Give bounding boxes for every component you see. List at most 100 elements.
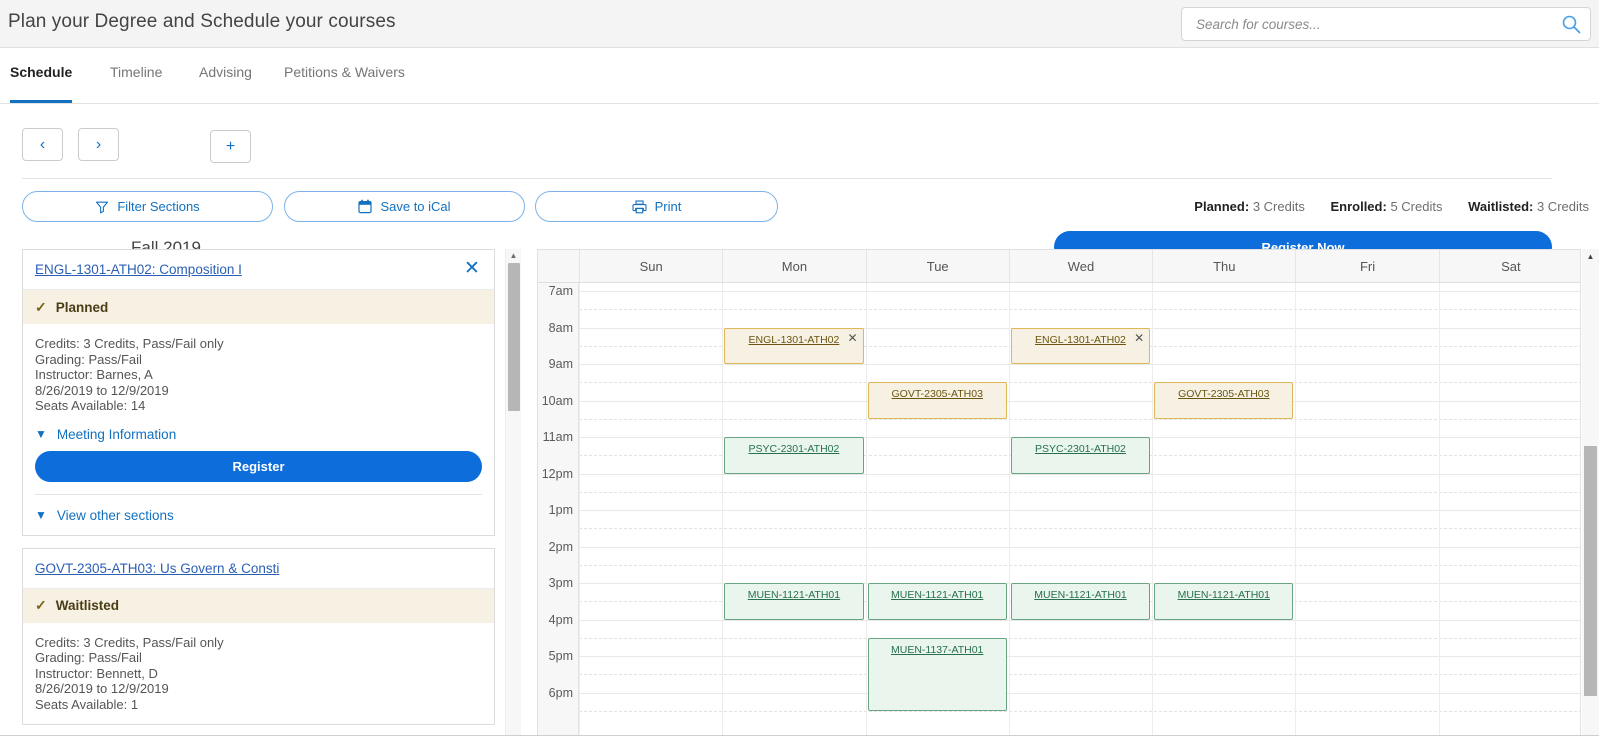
status-badge: ✓ Waitlisted xyxy=(23,588,494,623)
add-term-button[interactable]: + xyxy=(210,130,251,163)
scroll-up-icon[interactable]: ▲ xyxy=(506,251,521,260)
half-hour-gridline xyxy=(579,710,1580,712)
calendar-event-title[interactable]: ENGL-1301-ATH02 xyxy=(1012,334,1149,346)
view-other-sections-label: View other sections xyxy=(56,507,174,523)
waitlisted-credits-label: Waitlisted: xyxy=(1468,199,1534,214)
calendar-event[interactable]: PSYC-2301-ATH02 xyxy=(1010,437,1151,474)
course-card: GOVT-2305-ATH03: Us Govern & Consti ✓ Wa… xyxy=(22,547,495,725)
calendar-event[interactable]: MUEN-1121-ATH01 xyxy=(867,583,1007,620)
enrolled-credits-label: Enrolled: xyxy=(1330,199,1387,214)
calendar-event[interactable]: MUEN-1121-ATH01 xyxy=(724,583,864,620)
calendar-day-header-fri: Fri xyxy=(1295,250,1438,282)
time-gutter: 7am 8am 9am 10am 11am 12pm 1pm 2pm 3pm 4pm 5pm 6pm xyxy=(538,283,579,739)
print-button[interactable]: Print xyxy=(535,191,778,222)
chevron-left-icon: ‹ xyxy=(39,135,46,153)
calendar-scrollbar[interactable]: ▲ xyxy=(1582,249,1599,739)
calendar-day-header-sun: Sun xyxy=(579,250,722,282)
calendar-day-header-wed: Wed xyxy=(1008,250,1152,282)
search-icon[interactable] xyxy=(1561,14,1581,34)
calendar-event-title[interactable]: MUEN-1121-ATH01 xyxy=(1012,589,1149,601)
hour-gridline xyxy=(579,364,1580,365)
calendar-event-title[interactable]: ENGL-1301-ATH02 xyxy=(725,334,862,346)
status-label: Waitlisted xyxy=(55,598,119,613)
time-label: 1pm xyxy=(548,503,573,517)
calendar-grid: 7am 8am 9am 10am 11am 12pm 1pm 2pm 3pm 4pm 5pm 6pm … xyxy=(538,283,1580,739)
filter-sections-label: Filter Sections xyxy=(117,199,200,214)
tab-schedule[interactable]: Schedule xyxy=(10,64,73,103)
calendar-day-header-sat: Sat xyxy=(1438,250,1580,282)
calendar-event-title[interactable]: GOVT-2305-ATH03 xyxy=(869,388,1006,400)
tab-timeline[interactable]: Timeline xyxy=(110,64,162,103)
time-label: 2pm xyxy=(548,539,573,554)
grading-line: Grading: Pass/Fail xyxy=(35,351,142,367)
course-card: ENGL-1301-ATH02: Composition I ✕ ✓ Plann… xyxy=(22,249,495,536)
hour-gridline xyxy=(579,656,1580,657)
calendar-event[interactable]: ENGL-1301-ATH02 ✕ xyxy=(1010,327,1151,364)
credits-line: Credits: 3 Credits, Pass/Fail only xyxy=(35,336,224,351)
calendar-event-title[interactable]: GOVT-2305-ATH03 xyxy=(1155,388,1292,400)
filter-sections-button[interactable]: Filter Sections xyxy=(22,191,273,222)
calendar-event[interactable]: MUEN-1121-ATH01 xyxy=(1154,583,1294,620)
calendar-event[interactable]: ENGL-1301-ATH02 ✕ xyxy=(724,327,864,364)
calendar-event[interactable]: MUEN-1121-ATH01 xyxy=(1010,583,1151,620)
card-divider xyxy=(35,493,482,495)
close-icon[interactable]: ✕ xyxy=(462,259,482,279)
calendar-event[interactable]: PSYC-2301-ATH02 xyxy=(724,437,864,474)
calendar-event[interactable]: GOVT-2305-ATH03 xyxy=(867,382,1007,419)
hour-gridline xyxy=(579,546,1580,548)
credits-line: Credits: 3 Credits, Pass/Fail only xyxy=(35,634,224,650)
scrollbar-thumb[interactable] xyxy=(1584,446,1597,696)
calendar-event-title[interactable]: MUEN-1121-ATH01 xyxy=(1155,589,1292,601)
day-column-divider xyxy=(722,283,724,739)
term-toolbar: ‹ › Fall 2019 + Register Now xyxy=(0,104,1599,263)
meeting-information-toggle[interactable]: ▼ Meeting Information xyxy=(35,427,482,442)
hour-gridline xyxy=(579,692,1580,694)
search-input[interactable] xyxy=(1194,8,1539,40)
check-icon: ✓ xyxy=(35,597,47,613)
course-list-panel: ENGL-1301-ATH02: Composition I ✕ ✓ Plann… xyxy=(22,249,495,739)
calendar-event-title[interactable]: MUEN-1121-ATH01 xyxy=(869,589,1006,601)
course-card-header: ENGL-1301-ATH02: Composition I ✕ xyxy=(23,250,494,290)
course-card-body: Credits: 3 Credits, Pass/Fail only Gradi… xyxy=(23,623,494,725)
course-list-scrollbar[interactable]: ▲ xyxy=(505,249,521,739)
tab-advising[interactable]: Advising xyxy=(199,64,252,103)
dates-line: 8/26/2019 to 12/9/2019 xyxy=(35,382,169,398)
calendar-event-title[interactable]: PSYC-2301-ATH02 xyxy=(1012,443,1149,455)
next-term-button[interactable]: › xyxy=(78,128,119,161)
time-label: 4pm xyxy=(548,612,573,627)
course-card-title-link[interactable]: ENGL-1301-ATH02: Composition I xyxy=(35,262,242,277)
close-icon[interactable]: ✕ xyxy=(848,331,858,345)
hour-gridline xyxy=(579,619,1580,621)
close-icon[interactable]: ✕ xyxy=(1134,331,1144,345)
time-label: 6pm xyxy=(548,685,573,700)
planned-credits-label: Planned: xyxy=(1194,199,1250,214)
chevron-right-icon: › xyxy=(95,135,102,153)
status-label: Planned xyxy=(55,299,109,315)
search-box[interactable] xyxy=(1181,7,1591,41)
calendar-event[interactable]: MUEN-1137-ATH01 xyxy=(867,637,1007,711)
time-label: 8am xyxy=(548,320,573,335)
save-to-ical-label: Save to iCal xyxy=(380,199,451,214)
calendar-event-title[interactable]: MUEN-1121-ATH01 xyxy=(725,589,862,601)
previous-term-button[interactable]: ‹ xyxy=(22,128,63,161)
scroll-up-icon[interactable]: ▲ xyxy=(1582,252,1599,261)
course-card-header: GOVT-2305-ATH03: Us Govern & Consti xyxy=(23,549,494,589)
view-other-sections-toggle[interactable]: ▼ View other sections xyxy=(35,508,482,523)
time-label: 12pm xyxy=(541,466,573,481)
calendar-event-title[interactable]: MUEN-1137-ATH01 xyxy=(869,644,1006,656)
planned-credits-value: 3 Credits xyxy=(1252,199,1305,214)
hour-gridline xyxy=(579,510,1580,511)
half-hour-gridline xyxy=(579,309,1580,311)
instructor-line: Instructor: Bennett, D xyxy=(35,665,158,681)
tab-petitions-waivers[interactable]: Petitions & Waivers xyxy=(284,64,405,103)
calendar-event[interactable]: GOVT-2305-ATH03 xyxy=(1154,382,1294,419)
scrollbar-thumb[interactable] xyxy=(508,263,520,411)
day-column-divider xyxy=(1152,283,1154,739)
chevron-down-icon: ▼ xyxy=(35,427,47,441)
half-hour-gridline xyxy=(579,382,1580,384)
course-card-title-link[interactable]: GOVT-2305-ATH03: Us Govern & Consti xyxy=(35,561,279,576)
half-hour-gridline xyxy=(579,637,1580,639)
calendar-event-title[interactable]: PSYC-2301-ATH02 xyxy=(725,443,862,455)
register-button[interactable]: Register xyxy=(35,450,482,482)
save-to-ical-button[interactable]: Save to iCal xyxy=(284,191,525,222)
